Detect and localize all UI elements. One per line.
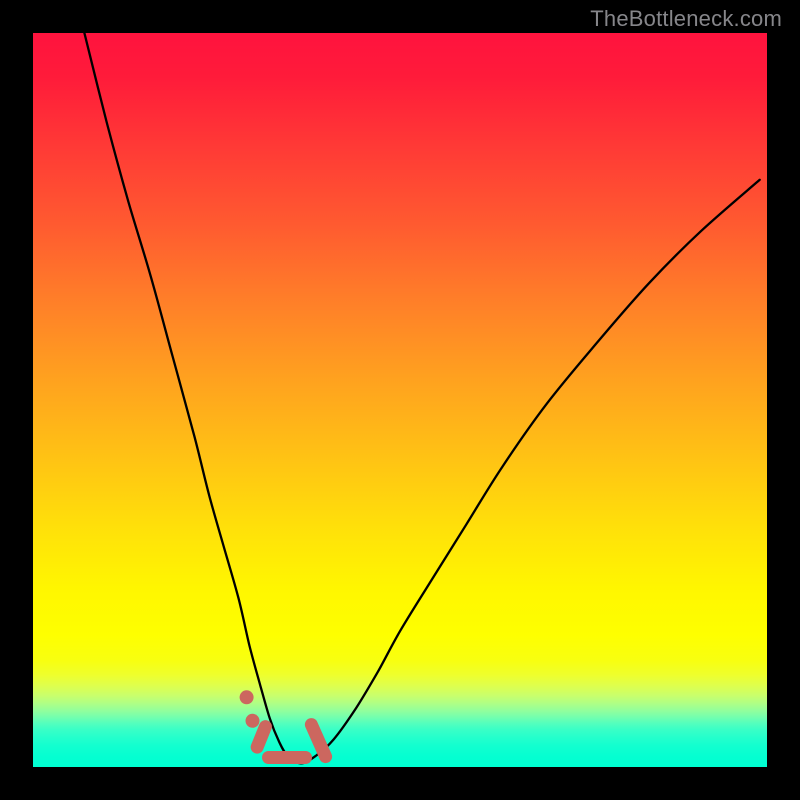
- marker-dot: [246, 714, 260, 728]
- highlighted-segment: [240, 690, 335, 765]
- marker-bar: [262, 751, 312, 764]
- watermark-text: TheBottleneck.com: [590, 6, 782, 32]
- bottleneck-curve: [84, 33, 759, 763]
- marker-dot: [240, 690, 254, 704]
- chart-stage: TheBottleneck.com: [0, 0, 800, 800]
- chart-overlay-svg: [33, 33, 767, 767]
- plot-area: [33, 33, 767, 767]
